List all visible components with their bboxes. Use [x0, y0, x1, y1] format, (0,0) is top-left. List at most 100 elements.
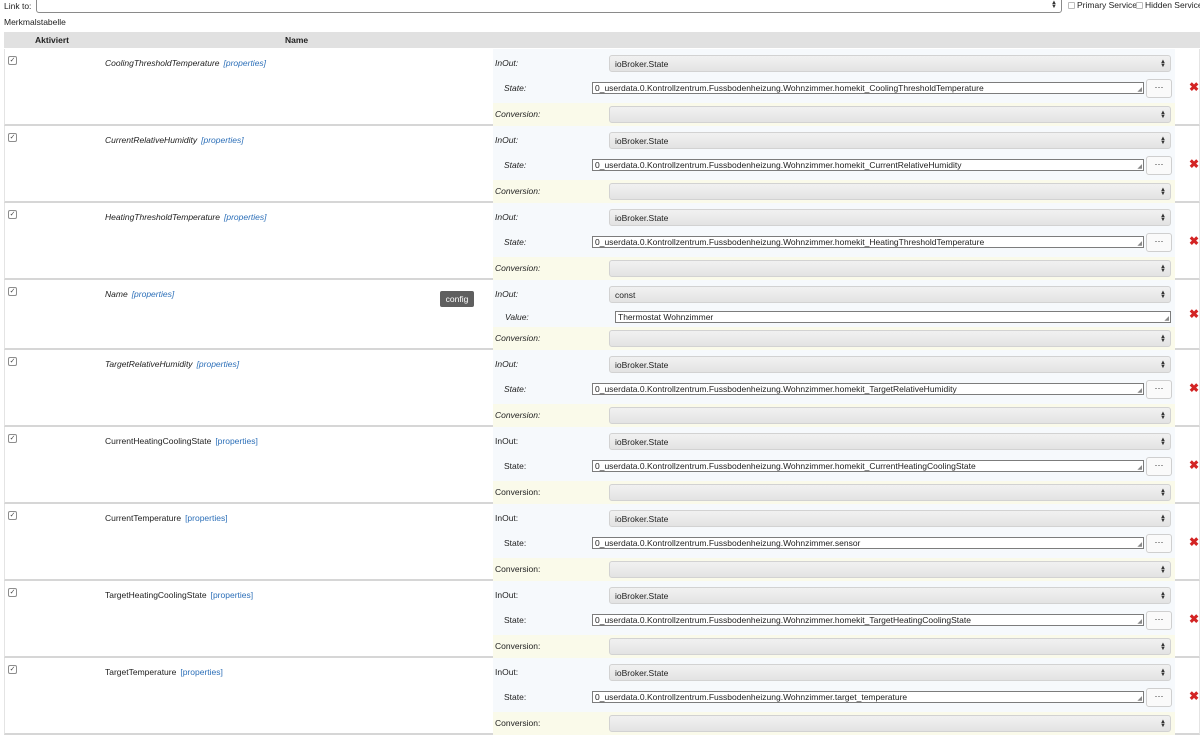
resize-grip-icon[interactable]: ◢ [1137, 388, 1142, 394]
hidden-service-checkbox[interactable]: Hidden Service [1136, 0, 1200, 10]
config-panel: InOut: ioBroker.State ▲ ▼ State: 0_userda… [493, 126, 1175, 203]
select-arrows-icon: ▲ ▼ [1160, 410, 1166, 421]
activated-checkbox[interactable]: ✓ [8, 133, 17, 142]
config-panel: InOut: ioBroker.State ▲ ▼ State: 0_userda… [493, 427, 1175, 504]
state-textarea[interactable]: 0_userdata.0.Kontrollzentrum.Fussbodenhe… [592, 537, 1144, 549]
inout-select[interactable]: ioBroker.State ▲ ▼ [609, 587, 1171, 604]
activated-checkbox[interactable]: ✓ [8, 588, 17, 597]
select-arrows-icon: ▲ ▼ [1051, 0, 1057, 10]
properties-link[interactable]: [properties] [185, 513, 228, 523]
select-id-button[interactable]: ··· [1146, 457, 1172, 476]
link-to-select[interactable]: ▲ ▼ [36, 0, 1062, 13]
resize-grip-icon[interactable]: ◢ [1164, 316, 1169, 322]
state-textarea[interactable]: 0_userdata.0.Kontrollzentrum.Fussbodenhe… [592, 383, 1144, 395]
select-arrows-icon: ▲ ▼ [1160, 289, 1166, 300]
field-value: 0_userdata.0.Kontrollzentrum.Fussbodenhe… [595, 692, 908, 702]
properties-link[interactable]: [properties] [211, 590, 254, 600]
select-arrows-icon: ▲ ▼ [1160, 564, 1166, 575]
select-id-button[interactable]: ··· [1146, 233, 1172, 252]
state-textarea[interactable]: 0_userdata.0.Kontrollzentrum.Fussbodenhe… [592, 236, 1144, 248]
state-textarea[interactable]: 0_userdata.0.Kontrollzentrum.Fussbodenhe… [592, 159, 1144, 171]
properties-link[interactable]: [properties] [197, 359, 240, 369]
delete-icon[interactable]: ✖ [1189, 612, 1199, 626]
checkbox-box[interactable] [1068, 2, 1075, 10]
inout-value: ioBroker.State [615, 514, 669, 524]
activated-checkbox[interactable]: ✓ [8, 434, 17, 443]
properties-link[interactable]: [properties] [132, 289, 175, 299]
field-label: State: [504, 160, 527, 170]
inout-select[interactable]: ioBroker.State ▲ ▼ [609, 55, 1171, 72]
properties-link[interactable]: [properties] [180, 667, 223, 677]
conversion-select[interactable]: ▲ ▼ [609, 106, 1171, 123]
activated-checkbox[interactable]: ✓ [8, 56, 17, 65]
conversion-select[interactable]: ▲ ▼ [609, 407, 1171, 424]
primary-service-checkbox[interactable]: Primary Service [1068, 0, 1137, 10]
properties-link[interactable]: [properties] [215, 436, 258, 446]
resize-grip-icon[interactable]: ◢ [1137, 696, 1142, 702]
state-textarea[interactable]: 0_userdata.0.Kontrollzentrum.Fussbodenhe… [592, 614, 1144, 626]
conversion-label: Conversion: [495, 333, 541, 343]
dots-label: ··· [1154, 383, 1164, 393]
activated-checkbox[interactable]: ✓ [8, 287, 17, 296]
select-id-button[interactable]: ··· [1146, 380, 1172, 399]
inout-select[interactable]: const ▲ ▼ [609, 286, 1171, 303]
properties-link[interactable]: [properties] [224, 58, 267, 68]
conversion-select[interactable]: ▲ ▼ [609, 183, 1171, 200]
conversion-select[interactable]: ▲ ▼ [609, 715, 1171, 732]
resize-grip-icon[interactable]: ◢ [1137, 465, 1142, 471]
resize-grip-icon[interactable]: ◢ [1137, 164, 1142, 170]
delete-icon[interactable]: ✖ [1189, 157, 1199, 171]
state-textarea[interactable]: 0_userdata.0.Kontrollzentrum.Fussbodenhe… [592, 460, 1144, 472]
dots-label: ··· [1154, 82, 1164, 92]
delete-icon[interactable]: ✖ [1189, 381, 1199, 395]
properties-link[interactable]: [properties] [201, 135, 244, 145]
characteristic-name: TargetTemperature [properties] [105, 667, 223, 677]
properties-link[interactable]: [properties] [224, 212, 267, 222]
select-id-button[interactable]: ··· [1146, 688, 1172, 707]
conversion-label: Conversion: [495, 186, 541, 196]
delete-icon[interactable]: ✖ [1189, 80, 1199, 94]
resize-grip-icon[interactable]: ◢ [1137, 542, 1142, 548]
conversion-select[interactable]: ▲ ▼ [609, 561, 1171, 578]
characteristic-label: CoolingThresholdTemperature [105, 58, 220, 68]
conversion-select[interactable]: ▲ ▼ [609, 638, 1171, 655]
activated-checkbox[interactable]: ✓ [8, 665, 17, 674]
delete-icon[interactable]: ✖ [1189, 458, 1199, 472]
select-arrows-icon: ▲ ▼ [1160, 58, 1166, 69]
select-arrows-icon: ▲ ▼ [1160, 212, 1166, 223]
select-id-button[interactable]: ··· [1146, 79, 1172, 98]
activated-checkbox[interactable]: ✓ [8, 511, 17, 520]
delete-icon[interactable]: ✖ [1189, 689, 1199, 703]
conversion-select[interactable]: ▲ ▼ [609, 330, 1171, 347]
select-id-button[interactable]: ··· [1146, 534, 1172, 553]
delete-icon[interactable]: ✖ [1189, 234, 1199, 248]
delete-icon[interactable]: ✖ [1189, 307, 1199, 321]
delete-icon[interactable]: ✖ [1189, 535, 1199, 549]
field-value: 0_userdata.0.Kontrollzentrum.Fussbodenhe… [595, 461, 976, 471]
field-value: 0_userdata.0.Kontrollzentrum.Fussbodenhe… [595, 83, 984, 93]
inout-select[interactable]: ioBroker.State ▲ ▼ [609, 510, 1171, 527]
resize-grip-icon[interactable]: ◢ [1137, 619, 1142, 625]
config-panel: InOut: const ▲ ▼ Value: Thermostat Wohnzi… [493, 280, 1175, 350]
inout-select[interactable]: ioBroker.State ▲ ▼ [609, 356, 1171, 373]
dots-label: ··· [1154, 537, 1164, 547]
activated-checkbox[interactable]: ✓ [8, 210, 17, 219]
conversion-select[interactable]: ▲ ▼ [609, 260, 1171, 277]
field-label: State: [504, 461, 527, 471]
inout-select[interactable]: ioBroker.State ▲ ▼ [609, 664, 1171, 681]
select-id-button[interactable]: ··· [1146, 156, 1172, 175]
state-textarea[interactable]: 0_userdata.0.Kontrollzentrum.Fussbodenhe… [592, 691, 1144, 703]
inout-select[interactable]: ioBroker.State ▲ ▼ [609, 132, 1171, 149]
inout-select[interactable]: ioBroker.State ▲ ▼ [609, 433, 1171, 450]
field-value: 0_userdata.0.Kontrollzentrum.Fussbodenhe… [595, 160, 962, 170]
conversion-select[interactable]: ▲ ▼ [609, 484, 1171, 501]
state-textarea[interactable]: 0_userdata.0.Kontrollzentrum.Fussbodenhe… [592, 82, 1144, 94]
inout-select[interactable]: ioBroker.State ▲ ▼ [609, 209, 1171, 226]
resize-grip-icon[interactable]: ◢ [1137, 241, 1142, 247]
resize-grip-icon[interactable]: ◢ [1137, 87, 1142, 93]
activated-checkbox[interactable]: ✓ [8, 357, 17, 366]
select-id-button[interactable]: ··· [1146, 611, 1172, 630]
checkbox-box[interactable] [1136, 2, 1143, 10]
value-textarea[interactable]: Thermostat Wohnzimmer ◢ [615, 311, 1171, 323]
characteristic-label: CurrentHeatingCoolingState [105, 436, 212, 446]
